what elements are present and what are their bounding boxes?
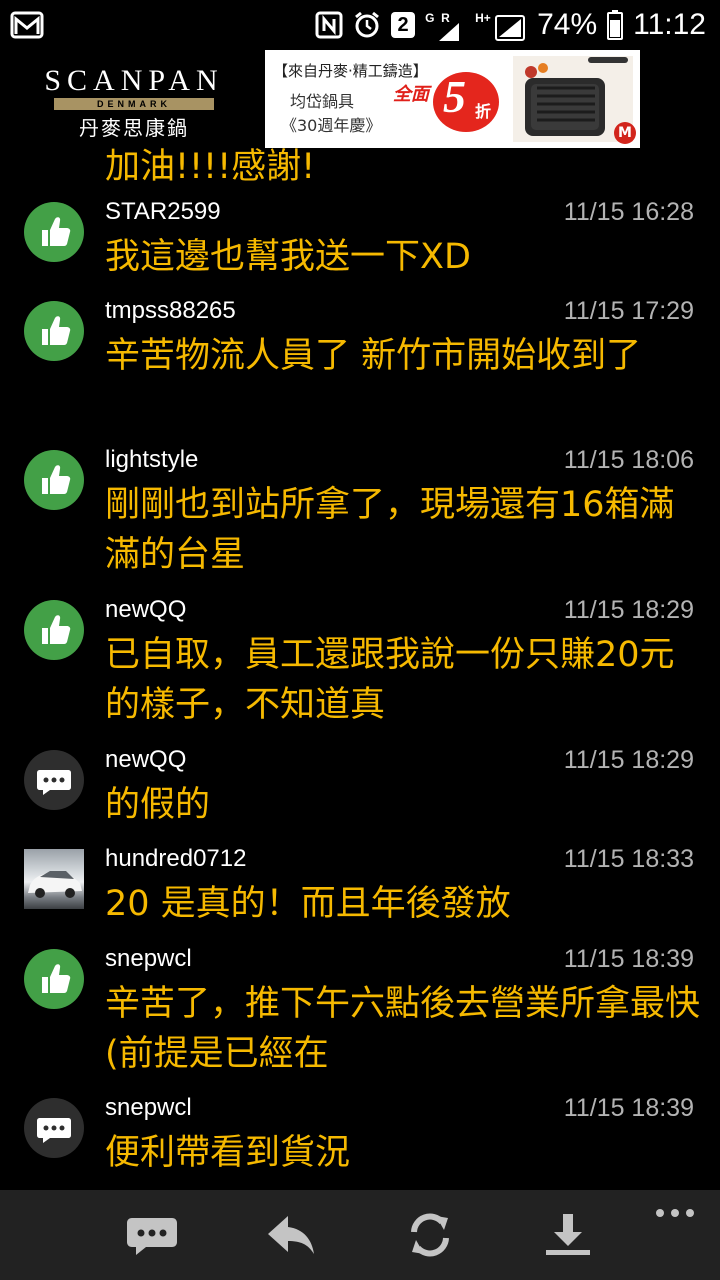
message-text: 剛剛也到站所拿了，現場還有16箱滿滿的台星 — [105, 485, 675, 575]
timestamp: 11/15 18:39 — [563, 1094, 694, 1122]
username[interactable]: lightstyle — [105, 446, 198, 474]
ad-m-badge: M — [614, 122, 636, 144]
bottom-toolbar — [0, 1190, 720, 1280]
message-text: 20 是真的！而且年後發放 — [105, 884, 511, 924]
message-text: 便利帶看到貨況 — [105, 1133, 351, 1173]
ad-logo[interactable]: SCANPAN DENMARK 丹麥思康鍋 — [14, 64, 254, 141]
username[interactable]: snepwcl — [105, 1094, 192, 1122]
ad-brand: SCANPAN — [44, 64, 224, 97]
chat-icon — [24, 1098, 84, 1158]
list-item[interactable]: 加油!!!!感謝! — [0, 148, 720, 188]
signal-icon: G R — [425, 7, 465, 43]
ad-line2: 均岱鍋具 — [290, 92, 355, 111]
more-button[interactable] — [650, 1198, 700, 1228]
ad-banner[interactable]: SCANPAN DENMARK 丹麥思康鍋 【來自丹麥‧精工鑄造】 均岱鍋具 《… — [0, 50, 720, 148]
timestamp: 11/15 16:28 — [563, 198, 694, 226]
ad-sale-number: 5 — [443, 71, 466, 122]
username[interactable]: hundred0712 — [105, 845, 246, 873]
download-icon — [546, 1214, 590, 1255]
notification-count: 2 — [397, 14, 409, 36]
comment-button[interactable] — [122, 1210, 182, 1260]
car-photo-avatar — [24, 849, 84, 909]
username[interactable]: newQQ — [105, 746, 186, 774]
message-text: 已自取，員工還跟我說一份只賺20元的樣子，不知道真 — [105, 635, 675, 725]
like-icon — [24, 202, 84, 262]
network-hplus: H+ — [475, 11, 491, 25]
ad-line3: 《30週年慶》 — [281, 116, 382, 135]
timestamp: 11/15 18:29 — [563, 746, 694, 774]
username[interactable]: tmpss88265 — [105, 297, 236, 325]
like-icon — [24, 301, 84, 361]
timestamp: 11/15 18:33 — [563, 845, 694, 873]
ad-brand-sub: DENMARK — [54, 98, 214, 110]
alarm-icon — [355, 11, 380, 38]
username[interactable]: newQQ — [105, 596, 186, 624]
status-bar: 2 G R H+ 74% 11:12 — [0, 0, 720, 50]
comment-feed[interactable]: 加油!!!!感謝! STAR2599 11/15 16:28 我這邊也幫我送一下… — [0, 148, 720, 1190]
refresh-button[interactable] — [400, 1210, 460, 1260]
timestamp: 11/15 18:29 — [563, 596, 694, 624]
ad-sale-suffix: 折 — [475, 102, 492, 121]
ad-sale-prefix: 全面 — [393, 84, 429, 105]
message-text: 的假的 — [105, 785, 211, 825]
download-button[interactable] — [538, 1210, 598, 1260]
notification-count-icon: 2 — [391, 12, 416, 38]
chat-icon — [24, 750, 84, 810]
network-g: G — [425, 11, 435, 25]
message-text: 辛苦了，推下午六點後去營業所拿最快(前提是已經在 — [105, 984, 701, 1074]
ad-brand-chinese: 丹麥思康鍋 — [79, 116, 189, 140]
data-signal-icon: H+ — [475, 7, 527, 43]
nfc-icon — [315, 11, 343, 39]
car-photo — [28, 871, 82, 898]
battery-icon — [607, 10, 624, 40]
clock: 11:12 — [633, 8, 706, 41]
reply-icon — [268, 1216, 314, 1254]
more-icon — [656, 1209, 694, 1217]
reply-button[interactable] — [262, 1210, 322, 1260]
message-text: 辛苦物流人員了 新竹市開始收到了 — [105, 336, 642, 376]
message-text: 加油!!!!感謝! — [105, 148, 316, 187]
comment-icon — [127, 1218, 177, 1255]
ad-sale-badge: 全面 5 折 — [393, 71, 503, 134]
like-icon — [24, 450, 84, 510]
refresh-icon — [411, 1213, 449, 1257]
ad-image[interactable]: 【來自丹麥‧精工鑄造】 均岱鍋具 《30週年慶》 全面 5 折 M — [265, 50, 640, 148]
gmail-icon — [10, 10, 44, 44]
like-icon — [24, 949, 84, 1009]
timestamp: 11/15 18:06 — [563, 446, 694, 474]
username[interactable]: snepwcl — [105, 945, 192, 973]
like-icon — [24, 600, 84, 660]
message-text: 我這邊也幫我送一下XD — [105, 237, 471, 277]
timestamp: 11/15 18:39 — [563, 945, 694, 973]
battery-percent: 74% — [537, 8, 598, 41]
username[interactable]: STAR2599 — [105, 198, 221, 226]
timestamp: 11/15 17:29 — [563, 297, 694, 325]
